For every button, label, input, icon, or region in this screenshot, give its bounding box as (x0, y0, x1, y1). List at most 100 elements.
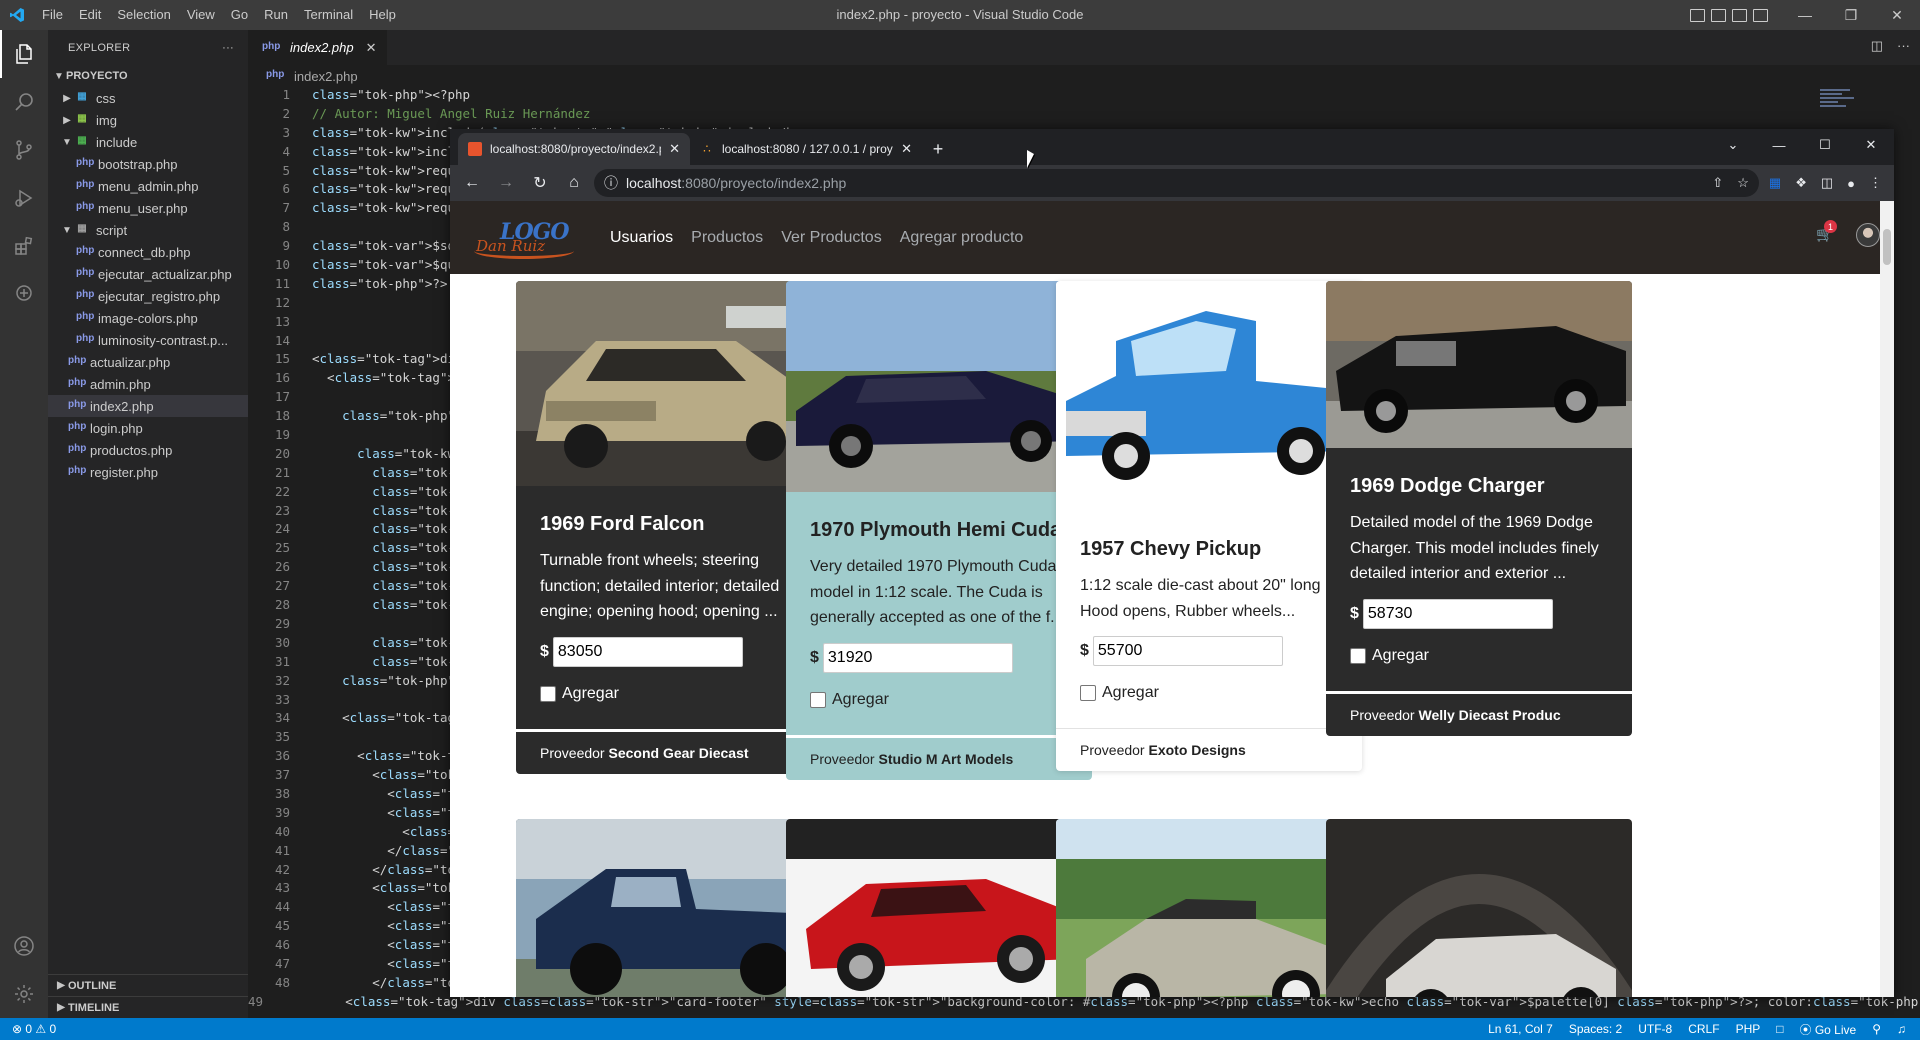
menu-view[interactable]: View (179, 0, 223, 30)
tree-file-image-colors[interactable]: php image-colors.php (48, 307, 248, 329)
tree-file-admin[interactable]: php admin.php (48, 373, 248, 395)
tree-file-register[interactable]: php register.php (48, 461, 248, 483)
tree-file-ejecutar-actualizar[interactable]: php ejecutar_actualizar.php (48, 263, 248, 285)
close-tab-icon[interactable]: ✕ (901, 141, 912, 157)
menu-edit[interactable]: Edit (71, 0, 109, 30)
split-editor-icon[interactable]: ◫ (1871, 38, 1883, 54)
source-control-icon[interactable] (0, 126, 48, 174)
outlook-extension-icon[interactable]: ▦ (1769, 175, 1781, 191)
close-tab-icon[interactable]: ✕ (366, 40, 377, 56)
browser-close-icon[interactable]: ✕ (1848, 129, 1894, 161)
back-arrow-icon[interactable]: ← (458, 169, 486, 197)
agregar-checkbox[interactable] (1350, 647, 1366, 664)
encoding-status[interactable]: UTF-8 (1638, 1022, 1672, 1036)
tree-file-luminosity[interactable]: php luminosity-contrast.p... (48, 329, 248, 351)
product-image[interactable] (786, 819, 1092, 997)
toggle-secondary-sidebar-icon[interactable] (1732, 8, 1747, 22)
browser-tab-phpmyadmin[interactable]: ∴ localhost:8080 / 127.0.0.1 / proye ✕ (690, 133, 922, 165)
price-input[interactable] (1362, 598, 1553, 629)
product-image[interactable] (1056, 819, 1362, 997)
explorer-more-actions-icon[interactable]: ··· (222, 42, 234, 54)
side-panel-icon[interactable]: ◫ (1821, 175, 1833, 191)
code-line[interactable]: 2 // Autor: Miguel Angel Ruiz Hernández (248, 106, 1848, 125)
problems-status[interactable]: ⊗ 0 ⚠ 0 (12, 1022, 56, 1036)
menu-go[interactable]: Go (223, 0, 256, 30)
tree-folder-css[interactable]: ▶ ▦ css (48, 87, 248, 109)
breadcrumb-file[interactable]: index2.php (294, 69, 358, 84)
new-tab-plus-icon[interactable]: + (922, 133, 954, 165)
forward-arrow-icon[interactable]: → (492, 169, 520, 197)
bookmark-star-icon[interactable]: ☆ (1737, 175, 1749, 191)
price-input[interactable] (822, 642, 1013, 673)
close-tab-icon[interactable]: ✕ (669, 141, 680, 157)
toggle-panel-icon[interactable] (1711, 8, 1726, 22)
minimize-window-icon[interactable]: — (1782, 0, 1828, 30)
product-image[interactable] (786, 281, 1092, 492)
search-icon[interactable] (0, 78, 48, 126)
user-avatar[interactable] (1856, 223, 1880, 247)
share-icon[interactable]: ⇧ (1712, 175, 1723, 191)
manage-gear-icon[interactable] (0, 970, 48, 1018)
chrome-menu-icon[interactable]: ⋮ (1869, 175, 1882, 191)
nav-ver-productos[interactable]: Ver Productos (781, 229, 882, 247)
remote-explorer-icon[interactable] (0, 270, 48, 318)
site-info-icon[interactable]: ⓘ (604, 173, 618, 193)
feedback-icon[interactable]: □ (1776, 1022, 1783, 1036)
price-input[interactable] (1092, 636, 1283, 666)
agregar-checkbox[interactable] (1080, 685, 1096, 701)
price-input[interactable] (552, 636, 743, 667)
agregar-checkbox[interactable] (540, 685, 556, 702)
browser-tab-index2[interactable]: localhost:8080/proyecto/index2.p ✕ (458, 133, 690, 165)
tree-file-login[interactable]: php login.php (48, 417, 248, 439)
nav-productos[interactable]: Productos (691, 229, 763, 247)
accounts-status-icon[interactable]: ⚲ (1872, 1022, 1881, 1036)
nav-usuarios[interactable]: Usuarios (610, 229, 673, 247)
tree-file-actualizar[interactable]: php actualizar.php (48, 351, 248, 373)
product-image[interactable] (516, 819, 822, 997)
product-image[interactable] (516, 281, 822, 486)
tree-file-bootstrap[interactable]: php bootstrap.php (48, 153, 248, 175)
scrollbar-thumb[interactable] (1883, 229, 1891, 265)
tree-file-index2[interactable]: php index2.php (48, 395, 248, 417)
folder-root-proyecto[interactable]: ▼ PROYECTO (48, 65, 248, 87)
tree-file-productos[interactable]: php productos.php (48, 439, 248, 461)
extensions-icon[interactable] (0, 222, 48, 270)
customize-layout-icon[interactable] (1753, 8, 1768, 22)
extensions-puzzle-icon[interactable]: ❖ (1795, 175, 1807, 191)
notifications-bell-icon[interactable]: ♫ (1897, 1022, 1906, 1036)
explorer-icon[interactable] (0, 30, 48, 78)
site-logo[interactable]: LOGO Dan Ruiz (470, 213, 582, 263)
address-bar[interactable]: ⓘ localhost:8080/proyecto/index2.php ⇧ ☆ (594, 169, 1759, 197)
accounts-icon[interactable] (0, 922, 48, 970)
menu-file[interactable]: File (34, 0, 71, 30)
tree-file-connect-db[interactable]: php connect_db.php (48, 241, 248, 263)
go-live-button[interactable]: ⦿ Go Live (1800, 1021, 1857, 1038)
cursor-position[interactable]: Ln 61, Col 7 (1488, 1022, 1553, 1036)
nav-agregar-producto[interactable]: Agregar producto (900, 229, 1024, 247)
tree-folder-img[interactable]: ▶ ▦ img (48, 109, 248, 131)
tree-folder-script[interactable]: ▼ ▦ script (48, 219, 248, 241)
home-icon[interactable]: ⌂ (560, 169, 588, 197)
tree-file-ejecutar-registro[interactable]: php ejecutar_registro.php (48, 285, 248, 307)
menu-run[interactable]: Run (256, 0, 296, 30)
run-debug-icon[interactable] (0, 174, 48, 222)
tree-file-menu-admin[interactable]: php menu_admin.php (48, 175, 248, 197)
product-image[interactable] (1056, 281, 1362, 511)
editor-more-actions-icon[interactable]: ··· (1897, 38, 1910, 54)
product-image[interactable] (1326, 819, 1632, 997)
menu-terminal[interactable]: Terminal (296, 0, 361, 30)
menu-selection[interactable]: Selection (109, 0, 178, 30)
restore-window-icon[interactable]: ❐ (1828, 0, 1874, 30)
tree-folder-include[interactable]: ▼ ▦ include (48, 131, 248, 153)
product-image[interactable] (1326, 281, 1632, 448)
indentation-status[interactable]: Spaces: 2 (1569, 1022, 1622, 1036)
browser-maximize-icon[interactable]: ☐ (1802, 129, 1848, 161)
browser-minimize-icon[interactable]: — (1756, 129, 1802, 161)
cart-icon[interactable]: 🛒 1 (1816, 220, 1837, 244)
editor-tab-index2[interactable]: php index2.php ✕ (248, 30, 387, 65)
tree-file-menu-user[interactable]: php menu_user.php (48, 197, 248, 219)
menu-help[interactable]: Help (361, 0, 404, 30)
outline-section[interactable]: ▶ OUTLINE (48, 974, 248, 996)
close-window-icon[interactable]: ✕ (1874, 0, 1920, 30)
page-scrollbar[interactable] (1880, 201, 1894, 997)
